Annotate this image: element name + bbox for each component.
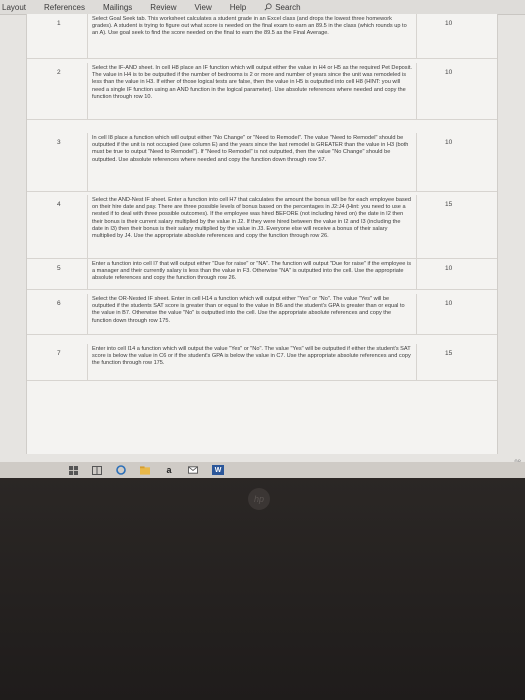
tab-layout[interactable]: Layout — [2, 3, 26, 12]
task-number: 3 — [57, 139, 61, 146]
task-description: Enter a function into cell I7 that will … — [87, 259, 417, 289]
search-label: Search — [275, 2, 301, 12]
task-number: 4 — [57, 201, 61, 208]
task-points: 15 — [445, 201, 453, 208]
task-points: 10 — [445, 139, 453, 146]
task-number: 5 — [57, 265, 61, 272]
laptop-screen: Layout References Mailings Review View H… — [0, 0, 525, 470]
task-number: 2 — [57, 69, 61, 76]
task-number: 7 — [57, 350, 61, 357]
tab-mailings[interactable]: Mailings — [103, 3, 132, 12]
windows-taskbar: a W — [0, 462, 525, 478]
task-view-icon[interactable] — [92, 465, 102, 475]
tab-references[interactable]: References — [44, 3, 85, 12]
ribbon-search[interactable]: Search — [264, 2, 301, 12]
task-description: Enter into cell I14 a function which wil… — [87, 344, 417, 380]
task-description: Select the AND-Nest IF sheet. Enter a fu… — [87, 195, 417, 258]
search-icon — [264, 3, 272, 11]
tab-help[interactable]: Help — [230, 3, 246, 12]
task-points: 10 — [445, 20, 453, 27]
task-points: 10 — [445, 69, 453, 76]
task-row-6: 6 Select the OR-Nested IF sheet. Enter i… — [27, 294, 497, 335]
ribbon-tabs: Layout References Mailings Review View H… — [0, 0, 525, 15]
task-row-1: 1 Select Goal Seek tab. This worksheet c… — [27, 14, 497, 59]
task-row-4: 4 Select the AND-Nest IF sheet. Enter a … — [27, 195, 497, 259]
task-row-7: 7 Enter into cell I14 a function which w… — [27, 344, 497, 381]
word-icon[interactable]: W — [212, 465, 224, 475]
task-description: Select the IF-AND sheet. In cell H8 plac… — [87, 63, 417, 119]
document-page: 1 Select Goal Seek tab. This worksheet c… — [26, 14, 498, 454]
tab-view[interactable]: View — [195, 3, 212, 12]
windows-start-icon[interactable] — [68, 465, 78, 475]
amazon-icon[interactable]: a — [164, 465, 174, 475]
hp-logo: hp — [248, 488, 270, 510]
task-description: Select the OR-Nested IF sheet. Enter in … — [87, 294, 417, 334]
task-number: 6 — [57, 300, 61, 307]
task-points: 10 — [445, 300, 453, 307]
task-row-3: 3 In cell I8 place a function which will… — [27, 133, 497, 192]
edge-browser-icon[interactable] — [116, 465, 126, 475]
task-row-5: 5 Enter a function into cell I7 that wil… — [27, 259, 497, 290]
task-description: In cell I8 place a function which will o… — [87, 133, 417, 191]
task-row-2: 2 Select the IF-AND sheet. In cell H8 pl… — [27, 63, 497, 120]
file-explorer-icon[interactable] — [140, 465, 150, 475]
task-number: 1 — [57, 20, 61, 27]
task-points: 15 — [445, 350, 453, 357]
mail-icon[interactable] — [188, 465, 198, 475]
laptop-photo: Layout References Mailings Review View H… — [0, 0, 525, 700]
task-description: Select Goal Seek tab. This worksheet cal… — [87, 14, 417, 58]
tab-review[interactable]: Review — [150, 3, 176, 12]
task-points: 10 — [445, 265, 453, 272]
